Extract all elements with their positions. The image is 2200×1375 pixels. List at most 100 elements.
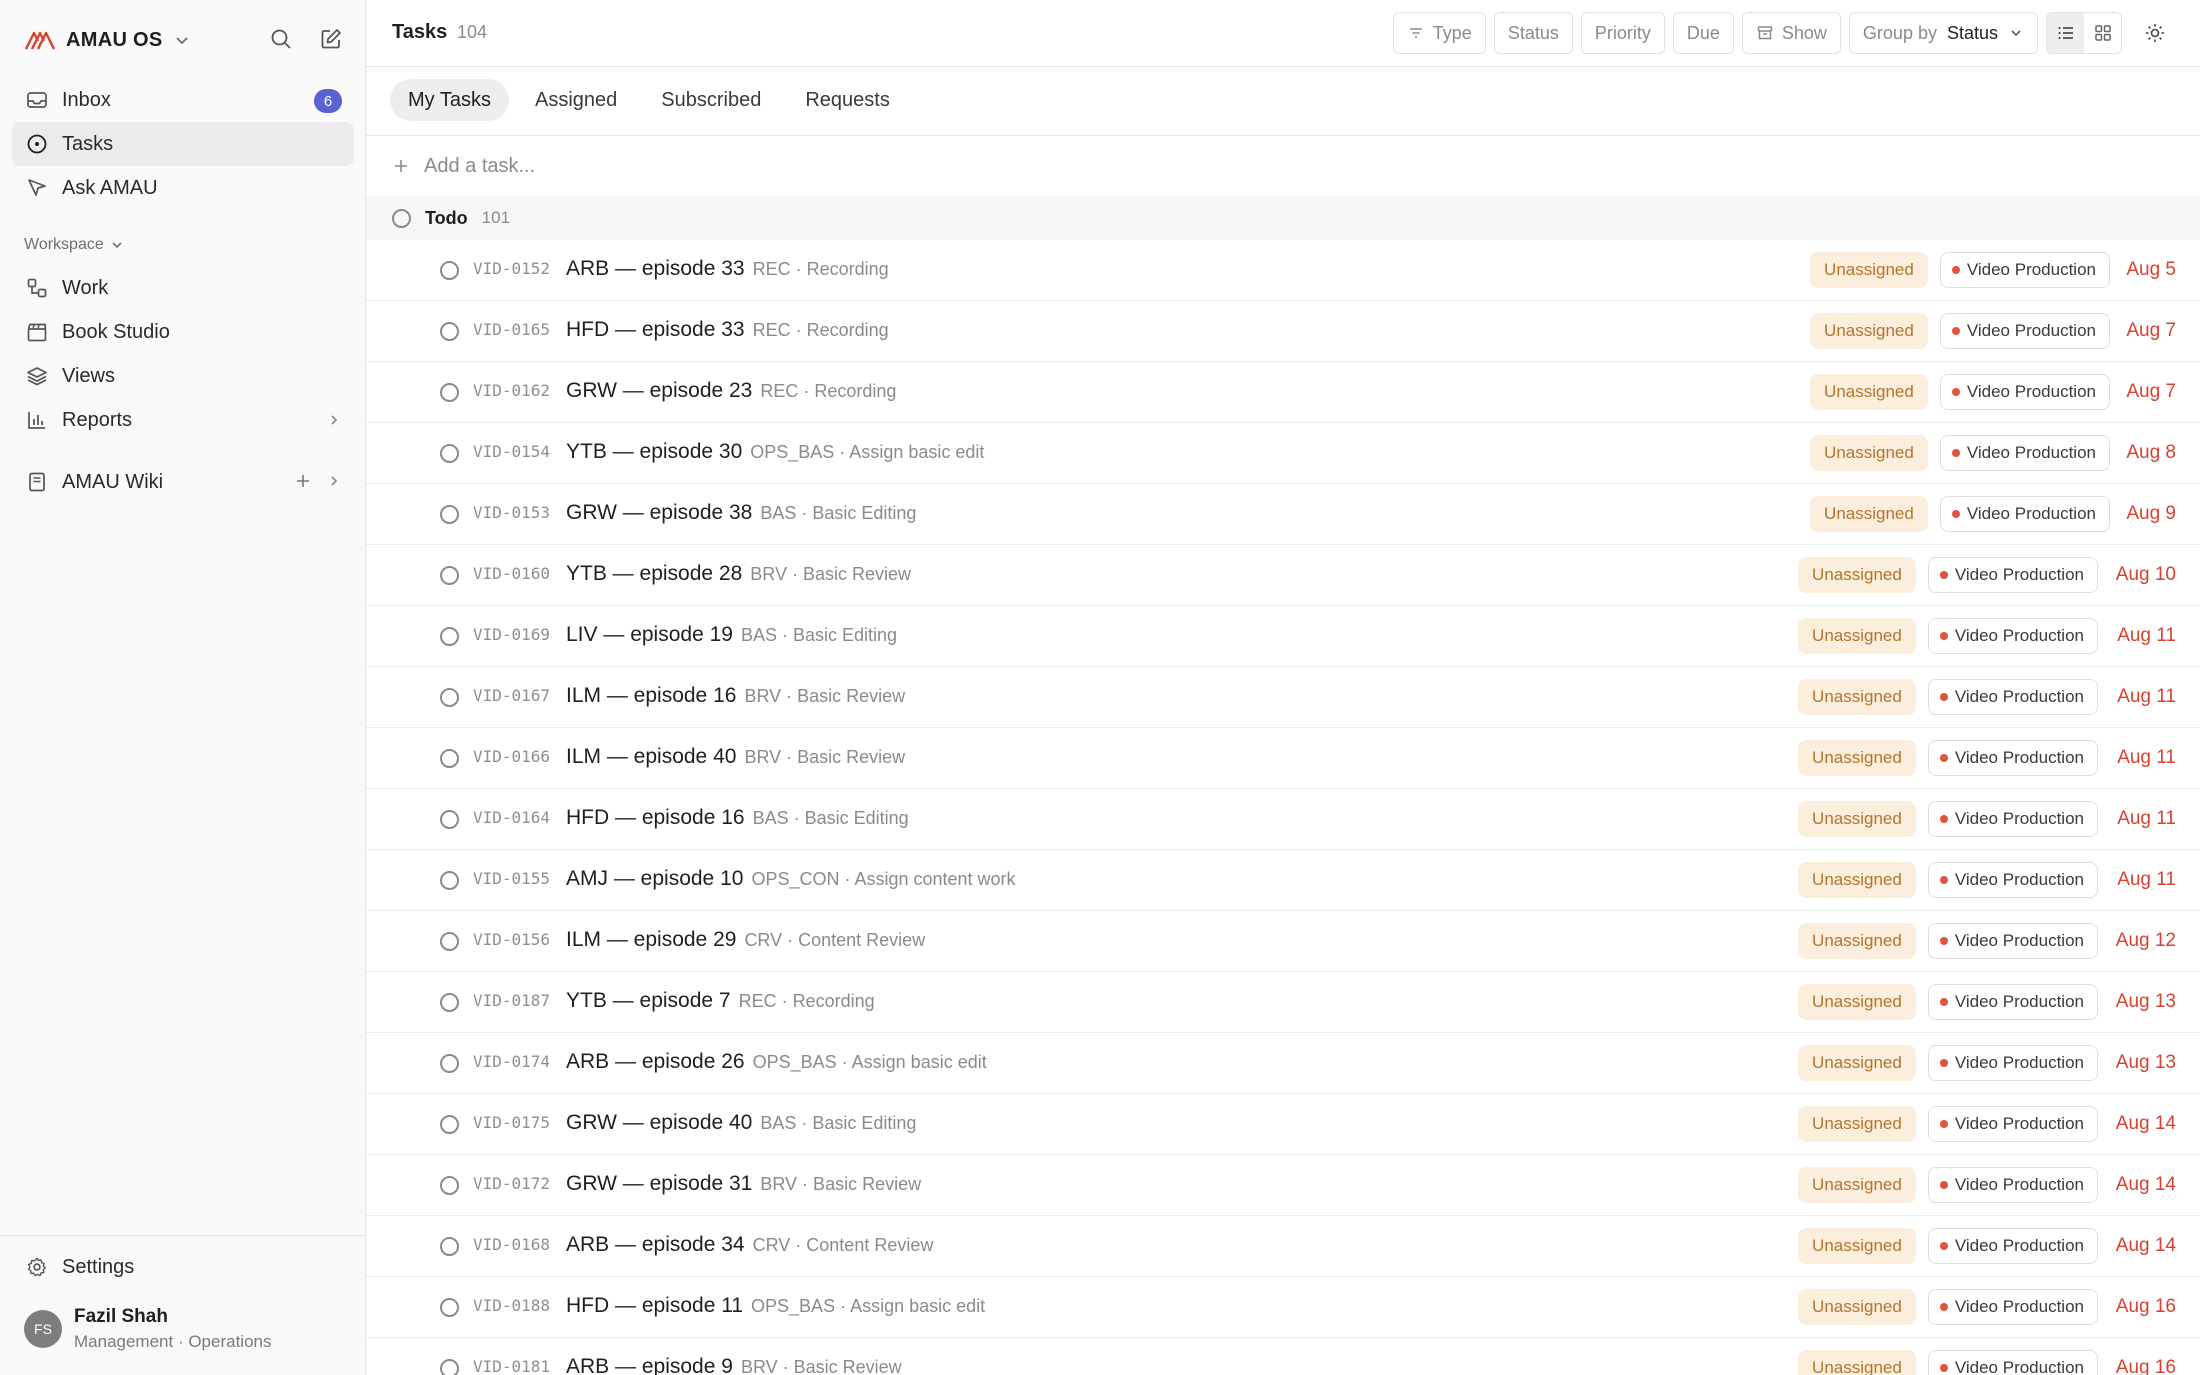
- sidebar-item-reports[interactable]: Reports: [12, 398, 354, 442]
- task-status-icon[interactable]: [440, 444, 459, 463]
- task-status-icon[interactable]: [440, 1298, 459, 1317]
- workspace-section-toggle[interactable]: Workspace: [24, 236, 124, 254]
- task-row[interactable]: VID-0160 YTB — episode 28 BRV · Basic Rev…: [366, 545, 2200, 606]
- assignee-badge[interactable]: Unassigned: [1798, 801, 1916, 837]
- tab-my-tasks[interactable]: My Tasks: [390, 79, 509, 121]
- show-button[interactable]: Show: [1741, 12, 1841, 54]
- project-badge[interactable]: Video Production: [1927, 1228, 2098, 1264]
- task-status-icon[interactable]: [440, 688, 459, 707]
- task-status-icon[interactable]: [440, 749, 459, 768]
- task-status-icon[interactable]: [440, 1237, 459, 1256]
- chevron-right-icon[interactable]: [326, 473, 342, 489]
- due-date[interactable]: Aug 14: [2110, 1174, 2176, 1196]
- assignee-badge[interactable]: Unassigned: [1798, 1045, 1916, 1081]
- due-date[interactable]: Aug 11: [2110, 808, 2176, 830]
- project-badge[interactable]: Video Production: [1927, 1350, 2098, 1375]
- task-status-icon[interactable]: [440, 322, 459, 341]
- assignee-badge[interactable]: Unassigned: [1810, 252, 1928, 288]
- due-date[interactable]: Aug 11: [2110, 625, 2176, 647]
- due-date[interactable]: Aug 11: [2110, 747, 2176, 769]
- tab-assigned[interactable]: Assigned: [517, 79, 635, 121]
- due-date[interactable]: Aug 7: [2122, 320, 2176, 342]
- project-badge[interactable]: Video Production: [1939, 374, 2110, 410]
- assignee-badge[interactable]: Unassigned: [1798, 557, 1916, 593]
- project-badge[interactable]: Video Production: [1939, 313, 2110, 349]
- project-badge[interactable]: Video Production: [1939, 435, 2110, 471]
- due-date[interactable]: Aug 11: [2110, 869, 2176, 891]
- task-row[interactable]: VID-0153 GRW — episode 38 BAS · Basic Edi…: [366, 484, 2200, 545]
- assignee-badge[interactable]: Unassigned: [1810, 313, 1928, 349]
- due-date[interactable]: Aug 8: [2122, 442, 2176, 464]
- due-date[interactable]: Aug 13: [2110, 991, 2176, 1013]
- task-status-icon[interactable]: [440, 993, 459, 1012]
- due-date[interactable]: Aug 14: [2110, 1113, 2176, 1135]
- assignee-badge[interactable]: Unassigned: [1798, 1289, 1916, 1325]
- task-row[interactable]: VID-0175 GRW — episode 40 BAS · Basic Edi…: [366, 1094, 2200, 1155]
- task-status-icon[interactable]: [440, 505, 459, 524]
- task-row[interactable]: VID-0152 ARB — episode 33 REC · Recording…: [366, 240, 2200, 301]
- task-status-icon[interactable]: [440, 932, 459, 951]
- project-badge[interactable]: Video Production: [1927, 557, 2098, 593]
- due-date[interactable]: Aug 12: [2110, 930, 2176, 952]
- project-badge[interactable]: Video Production: [1939, 496, 2110, 532]
- assignee-badge[interactable]: Unassigned: [1798, 740, 1916, 776]
- task-row[interactable]: VID-0169 LIV — episode 19 BAS · Basic Edi…: [366, 606, 2200, 667]
- task-row[interactable]: VID-0188 HFD — episode 11 OPS_BAS · Assig…: [366, 1277, 2200, 1338]
- group-by-dropdown[interactable]: Group by Status: [1848, 12, 2038, 54]
- task-status-icon[interactable]: [440, 383, 459, 402]
- task-status-icon[interactable]: [440, 1359, 459, 1375]
- search-icon[interactable]: [268, 24, 294, 54]
- assignee-badge[interactable]: Unassigned: [1810, 496, 1928, 532]
- project-badge[interactable]: Video Production: [1927, 740, 2098, 776]
- due-date[interactable]: Aug 16: [2110, 1296, 2176, 1318]
- theme-toggle-sun-icon[interactable]: [2134, 12, 2176, 54]
- due-date[interactable]: Aug 9: [2122, 503, 2176, 525]
- sidebar-item-ask-amau[interactable]: Ask AMAU: [12, 166, 354, 210]
- due-date[interactable]: Aug 7: [2122, 381, 2176, 403]
- task-status-icon[interactable]: [440, 871, 459, 890]
- task-row[interactable]: VID-0172 GRW — episode 31 BRV · Basic Rev…: [366, 1155, 2200, 1216]
- assignee-badge[interactable]: Unassigned: [1798, 1350, 1916, 1375]
- project-badge[interactable]: Video Production: [1927, 1167, 2098, 1203]
- add-task-input[interactable]: Add a task...: [366, 136, 2200, 196]
- due-date[interactable]: Aug 5: [2122, 259, 2176, 281]
- task-status-icon[interactable]: [440, 1176, 459, 1195]
- compose-icon[interactable]: [318, 24, 344, 54]
- sidebar-item-work[interactable]: Work: [12, 266, 354, 310]
- project-badge[interactable]: Video Production: [1927, 1106, 2098, 1142]
- due-date[interactable]: Aug 10: [2110, 564, 2176, 586]
- task-row[interactable]: VID-0187 YTB — episode 7 REC · Recording …: [366, 972, 2200, 1033]
- status-group-header[interactable]: Todo 101: [366, 196, 2200, 240]
- due-filter-button[interactable]: Due: [1672, 12, 1734, 54]
- project-badge[interactable]: Video Production: [1927, 679, 2098, 715]
- task-status-icon[interactable]: [440, 810, 459, 829]
- due-date[interactable]: Aug 13: [2110, 1052, 2176, 1074]
- project-badge[interactable]: Video Production: [1927, 1045, 2098, 1081]
- task-row[interactable]: VID-0155 AMJ — episode 10 OPS_CON · Assig…: [366, 850, 2200, 911]
- task-status-icon[interactable]: [440, 261, 459, 280]
- project-badge[interactable]: Video Production: [1927, 862, 2098, 898]
- task-row[interactable]: VID-0164 HFD — episode 16 BAS · Basic Edi…: [366, 789, 2200, 850]
- task-status-icon[interactable]: [440, 627, 459, 646]
- sidebar-item-book-studio[interactable]: Book Studio: [12, 310, 354, 354]
- grid-view-icon[interactable]: [2084, 13, 2121, 53]
- list-view-icon[interactable]: [2047, 13, 2084, 53]
- task-row[interactable]: VID-0167 ILM — episode 16 BRV · Basic Rev…: [366, 667, 2200, 728]
- type-filter-button[interactable]: Type: [1392, 12, 1486, 54]
- task-status-icon[interactable]: [440, 1054, 459, 1073]
- task-row[interactable]: VID-0162 GRW — episode 23 REC · Recording…: [366, 362, 2200, 423]
- project-badge[interactable]: Video Production: [1927, 1289, 2098, 1325]
- status-filter-button[interactable]: Status: [1493, 12, 1573, 54]
- tab-requests[interactable]: Requests: [787, 79, 908, 121]
- sidebar-item-settings[interactable]: Settings: [24, 1254, 134, 1280]
- assignee-badge[interactable]: Unassigned: [1798, 1106, 1916, 1142]
- project-badge[interactable]: Video Production: [1939, 252, 2110, 288]
- task-row[interactable]: VID-0166 ILM — episode 40 BRV · Basic Rev…: [366, 728, 2200, 789]
- tab-subscribed[interactable]: Subscribed: [643, 79, 779, 121]
- sidebar-item-views[interactable]: Views: [12, 354, 354, 398]
- assignee-badge[interactable]: Unassigned: [1810, 435, 1928, 471]
- task-status-icon[interactable]: [440, 566, 459, 585]
- priority-filter-button[interactable]: Priority: [1580, 12, 1665, 54]
- sidebar-item-tasks[interactable]: Tasks: [12, 122, 354, 166]
- assignee-badge[interactable]: Unassigned: [1810, 374, 1928, 410]
